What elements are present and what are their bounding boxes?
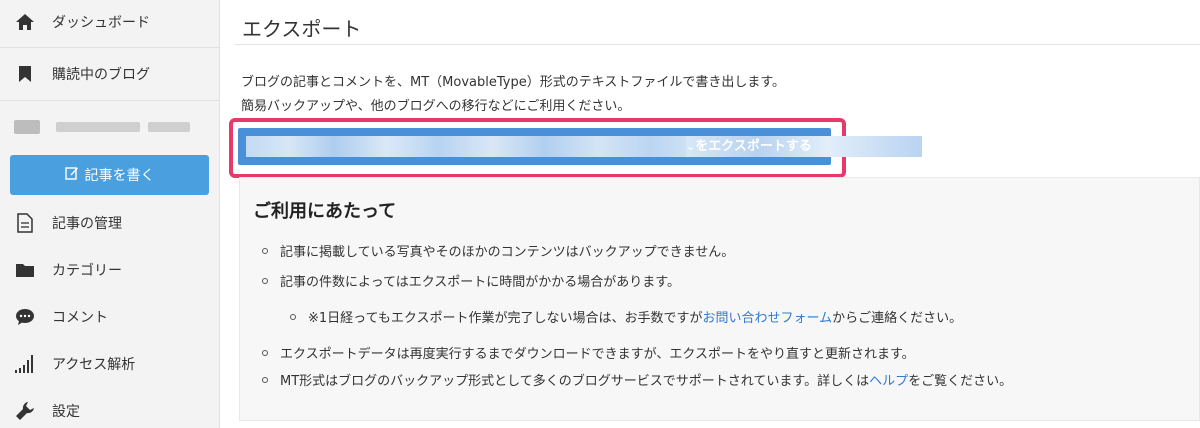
sidebar-item-manage-posts[interactable]: 記事の管理 xyxy=(0,197,220,249)
write-post-button[interactable]: 記事を書く xyxy=(10,155,209,195)
divider xyxy=(0,100,220,101)
list-item: エクスポートデータは再度実行するまでダウンロードできますが、エクスポートをやり直… xyxy=(262,343,915,362)
sidebar-item-settings[interactable]: 設定 xyxy=(0,385,220,428)
home-icon xyxy=(14,11,36,33)
sidebar-item-label: アクセス解析 xyxy=(52,357,136,373)
wrench-icon xyxy=(14,400,36,422)
comment-icon xyxy=(14,306,36,328)
description-line-1: ブログの記事とコメントを、MT（MovableType）形式のテキストファイルで… xyxy=(241,75,786,90)
page-title: エクスポート xyxy=(242,17,362,41)
bullet-dot xyxy=(262,277,268,284)
list-item: ※1日経ってもエクスポート作業が完了しない場合は、お手数ですが お問い合わせフォ… xyxy=(290,307,962,326)
folder-icon xyxy=(14,259,36,281)
list-item: 記事に掲載している写真やそのほかのコンテンツはバックアップできません。 xyxy=(262,241,734,260)
blog-name-blurred xyxy=(246,136,686,157)
blog-avatar xyxy=(14,120,40,134)
blog-name-blurred xyxy=(148,122,190,132)
sidebar-item-label: ダッシュボード xyxy=(52,15,150,31)
description-line-2: 簡易バックアップや、他のブログへの移行などにご利用ください。 xyxy=(241,99,631,114)
list-item: MT形式はブログのバックアップ形式として多くのブログサービスでサポートされていま… xyxy=(262,370,1012,389)
bar-chart-icon xyxy=(14,353,36,375)
sidebar-item-analytics[interactable]: アクセス解析 xyxy=(0,338,220,390)
sidebar-item-subscriptions[interactable]: 購読中のブログ xyxy=(0,48,220,100)
sidebar-item-comments[interactable]: コメント xyxy=(0,291,220,343)
sidebar: ダッシュボード 購読中のブログ 記事を書く 記事の管理 カテゴリー コメント ア… xyxy=(0,0,220,428)
write-post-label: 記事を書く xyxy=(84,168,155,184)
list-item: 記事の件数によってはエクスポートに時間がかかる場合があります。 xyxy=(262,271,680,290)
export-button-label: ⌄をエクスポートする xyxy=(686,139,812,154)
sidebar-item-label: カテゴリー xyxy=(52,263,122,279)
sidebar-item-label: 設定 xyxy=(52,404,80,420)
bullet-dot xyxy=(262,247,268,254)
document-icon xyxy=(14,212,36,234)
sidebar-item-label: 購読中のブログ xyxy=(52,67,150,83)
help-link[interactable]: ヘルプ xyxy=(869,370,908,389)
chevron-down-icon: ⌄ xyxy=(686,140,696,153)
bullet-dot xyxy=(262,349,268,356)
sidebar-item-label: 記事の管理 xyxy=(52,216,122,232)
blog-name-blurred xyxy=(56,122,140,132)
bullet-dot xyxy=(262,376,268,383)
notice-title: ご利用にあたって xyxy=(253,201,397,222)
sidebar-item-category[interactable]: カテゴリー xyxy=(0,244,220,296)
contact-form-link[interactable]: お問い合わせフォーム xyxy=(702,307,832,326)
export-button[interactable]: ⌄をエクスポートする xyxy=(238,128,922,165)
bullet-dot xyxy=(290,313,296,320)
sidebar-item-dashboard[interactable]: ダッシュボード xyxy=(0,0,220,48)
sidebar-item-label: コメント xyxy=(52,310,108,326)
edit-icon xyxy=(64,166,79,184)
bookmark-icon xyxy=(14,63,36,85)
divider xyxy=(234,44,1200,45)
